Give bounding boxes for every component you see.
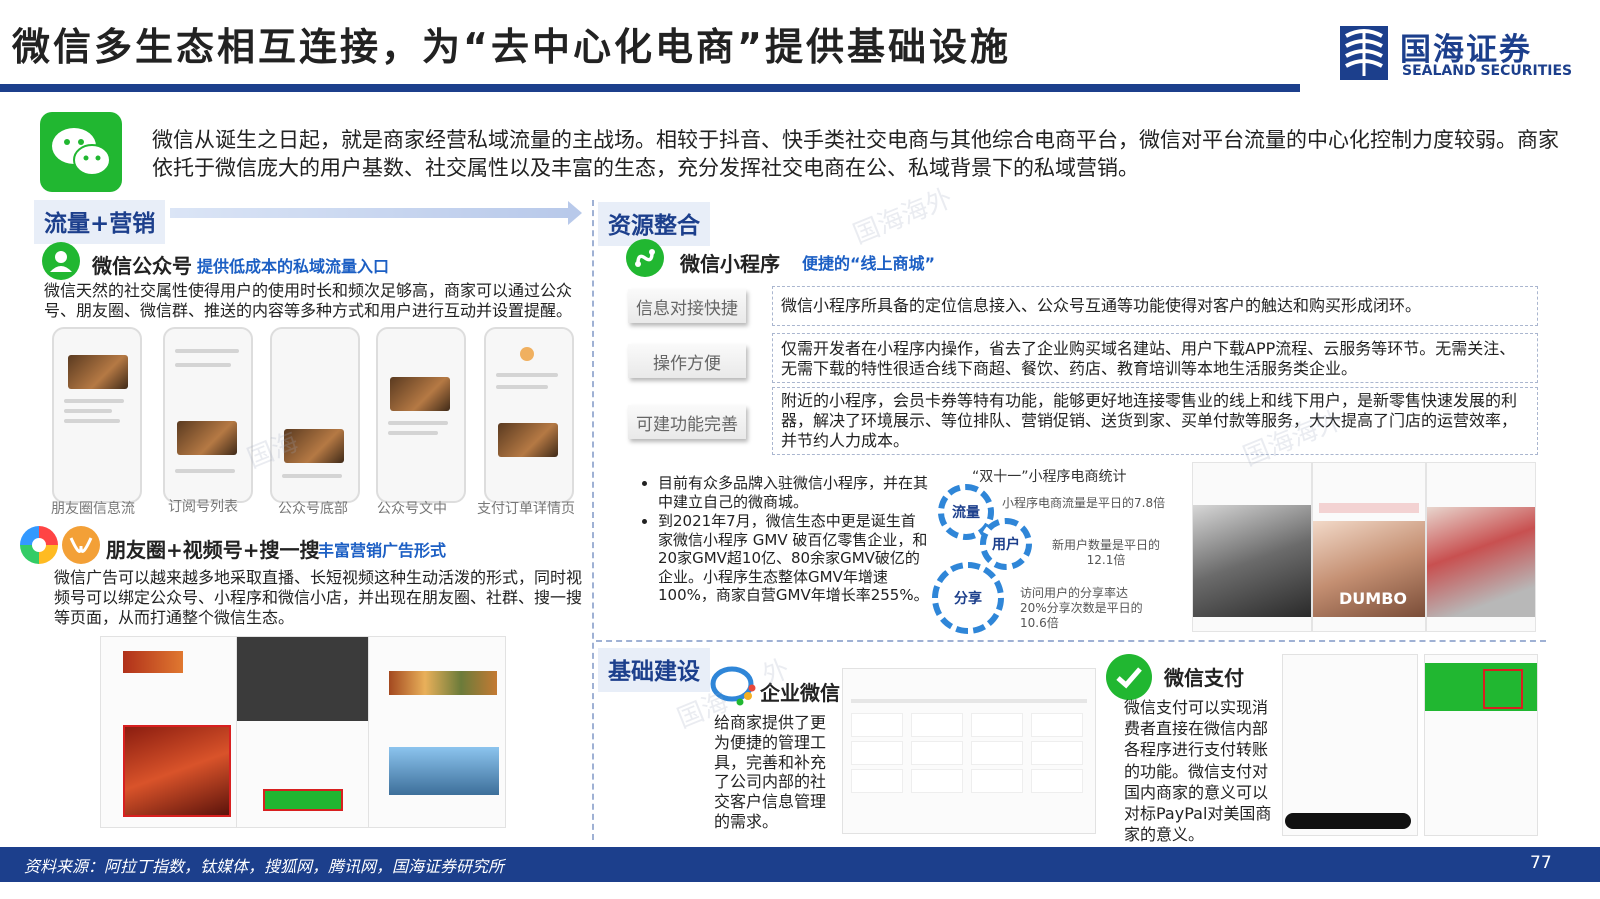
page-number: 77 bbox=[1530, 853, 1552, 873]
feature-text-functions: 附近的小程序，会员卡券等特有功能，能够更好地连接零售业的线上和线下用户，是新零售… bbox=[772, 387, 1538, 455]
footer-source: 资料来源：阿拉丁指数，钛媒体，搜狐网，腾讯网，国海证券研究所 bbox=[24, 857, 505, 876]
shop-screen-bag bbox=[1192, 462, 1312, 632]
gear-share-icon: 分享 bbox=[932, 562, 1004, 634]
shop-screen-beauty bbox=[1426, 462, 1536, 632]
feature-label-functions: 可建功能完善 bbox=[628, 405, 746, 439]
title-divider bbox=[0, 84, 1300, 92]
horizontal-divider bbox=[596, 640, 1546, 642]
wechat-pay-text: 微信支付可以实现消费者直接在微信内部各程序进行支付转账的功能。微信支付对国内商家… bbox=[1124, 698, 1272, 845]
caption-account-article: 公众号文中 bbox=[377, 501, 447, 517]
pay-transfer-screen bbox=[1282, 654, 1418, 836]
section-label-traffic: 流量+营销 bbox=[34, 200, 166, 244]
moments-title: 朋友圈+视频号+搜一搜 bbox=[106, 538, 320, 562]
gear-users-icon: 用户 bbox=[980, 518, 1032, 570]
miniprogram-icon bbox=[626, 239, 664, 277]
bullet-item: 到2021年7月，微信生态中更是诞生首家微信小程序 GMV 破百亿零售企业，和2… bbox=[658, 512, 930, 605]
official-account-icon bbox=[42, 242, 80, 280]
miniprogram-title: 微信小程序 bbox=[680, 252, 780, 276]
moments-tag: 丰富营销广告形式 bbox=[318, 541, 447, 560]
watermark: 国海海外 bbox=[849, 183, 957, 251]
stat-users: 新用户数量是平日的12.1倍 bbox=[1051, 538, 1160, 567]
miniprogram-bullets: 目前有众多品牌入驻微信小程序，并在其中建立自己的微商城。 到2021年7月，微信… bbox=[632, 474, 930, 606]
screen-account-article bbox=[376, 327, 466, 503]
channels-icon bbox=[62, 526, 100, 564]
feature-label-info: 信息对接快捷 bbox=[628, 289, 746, 323]
caption-payment-order: 支付订单详情页 bbox=[477, 501, 575, 517]
feature-text-operation: 仅需开发者在小程序内操作，省去了企业购买域名建站、用户下载APP流程、云服务等环… bbox=[772, 333, 1538, 383]
caption-subscription-list: 订阅号列表 bbox=[168, 499, 238, 515]
logo-text-en: SEALAND SECURITIES bbox=[1402, 63, 1573, 79]
wecom-workbench-screen bbox=[842, 668, 1096, 834]
miniprogram-tag: 便捷的“线上商城” bbox=[802, 254, 936, 273]
vertical-divider bbox=[592, 200, 594, 840]
wecom-text: 给商家提供了更为便捷的管理工具，完善和补充了公司内部的社交客户信息管理的需求。 bbox=[714, 713, 827, 831]
screen-subscription-list bbox=[163, 327, 253, 503]
official-account-text: 微信天然的社交属性使得用户的使用时长和频次足够高，商家可以通过公众号、朋友圈、微… bbox=[44, 281, 573, 320]
sealand-logo-icon bbox=[1340, 26, 1388, 80]
stat-share: 访问用户的分享率达20%分享次数是平日的10.6倍 bbox=[1020, 586, 1143, 630]
stat-traffic: 小程序电商流量是平日的7.8倍 bbox=[1002, 496, 1166, 510]
moments-icon bbox=[20, 526, 58, 564]
pay-wallet-screen bbox=[1424, 654, 1538, 836]
ad-screen-moments bbox=[100, 636, 238, 828]
official-account-tag: 提供低成本的私域流量入口 bbox=[197, 257, 390, 276]
official-account-title: 微信公众号 bbox=[92, 254, 192, 278]
section-label-infra: 基础建设 bbox=[598, 648, 710, 692]
shop-screen-dumbo: DUMBO bbox=[1312, 462, 1426, 632]
bullet-item: 目前有众多品牌入驻微信小程序，并在其中建立自己的微商城。 bbox=[658, 474, 930, 511]
screen-payment-order bbox=[484, 327, 574, 503]
caption-account-bottom: 公众号底部 bbox=[278, 501, 348, 517]
page-title: 微信多生态相互连接，为“去中心化电商”提供基础设施 bbox=[12, 25, 1011, 69]
caption-moments-feed: 朋友圈信息流 bbox=[51, 501, 135, 517]
screen-moments-feed bbox=[52, 327, 142, 503]
shop-banner-text: DUMBO bbox=[1339, 589, 1407, 608]
screen-account-bottom bbox=[270, 327, 360, 503]
feature-label-operation: 操作方便 bbox=[628, 344, 746, 378]
ad-screen-search bbox=[368, 636, 506, 828]
intro-paragraph: 微信从诞生之日起，就是商家经营私域流量的主战场。相较于抖音、快手类社交电商与其他… bbox=[152, 128, 1559, 180]
stats-title: “双十一”小程序电商统计 bbox=[972, 469, 1127, 485]
section-arrow bbox=[170, 208, 570, 218]
wechat-logo-icon bbox=[40, 112, 122, 192]
ad-screen-video bbox=[236, 636, 370, 828]
moments-text: 微信广告可以越来越多地采取直播、长短视频这种生动活泼的形式，同时视频号可以绑定公… bbox=[54, 568, 583, 627]
feature-text-info: 微信小程序所具备的定位信息接入、公众号互通等功能使得对客户的触达和购买形成闭环。 bbox=[772, 286, 1538, 326]
wechat-pay-title: 微信支付 bbox=[1164, 666, 1244, 690]
wechat-pay-icon bbox=[1106, 654, 1152, 700]
section-arrow-head bbox=[568, 201, 582, 225]
